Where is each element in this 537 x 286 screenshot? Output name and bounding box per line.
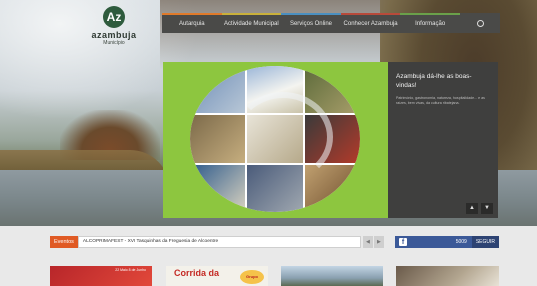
nav-search-area[interactable] bbox=[460, 13, 500, 33]
feature-slide[interactable] bbox=[163, 62, 385, 218]
news-thumbnail[interactable] bbox=[396, 266, 499, 286]
news-thumbnails: 22 Maio 8 de Junho Corrida da Grupo bbox=[50, 266, 499, 286]
facebook-widget[interactable]: f 5009 SEGUIR bbox=[395, 236, 499, 248]
logo-subtitle: Município bbox=[103, 40, 125, 46]
events-prev-button[interactable]: ◀ bbox=[362, 236, 373, 248]
welcome-title: Azambuja dá-lhe as boas-vindas! bbox=[396, 73, 472, 89]
news-thumbnail[interactable] bbox=[281, 266, 383, 286]
nav-item-informacao[interactable]: Informação bbox=[400, 13, 460, 33]
events-tag[interactable]: Eventos bbox=[50, 236, 78, 248]
logo-name: azambuja bbox=[91, 30, 137, 40]
logo-emblem-icon: Az bbox=[103, 6, 125, 28]
site-logo[interactable]: Az azambuja Município bbox=[86, 6, 142, 46]
collage-photo bbox=[190, 66, 246, 114]
welcome-panel: Azambuja dá-lhe as boas-vindas! Patrimón… bbox=[385, 62, 498, 218]
thumbnail-badge: Grupo bbox=[240, 270, 264, 284]
facebook-follow-button[interactable]: SEGUIR bbox=[471, 236, 499, 248]
events-next-button[interactable]: ▶ bbox=[373, 236, 384, 248]
nav-item-actividade-municipal[interactable]: Actividade Municipal bbox=[221, 13, 282, 33]
thumbnail-caption: Corrida da bbox=[174, 268, 220, 278]
nav-item-servicos-online[interactable]: Serviços Online bbox=[281, 13, 341, 33]
facebook-count: 5009 bbox=[455, 239, 467, 245]
facebook-icon: f bbox=[399, 238, 407, 246]
welcome-text: Património, gastronomia, natureza, hospi… bbox=[396, 96, 485, 105]
slider-controls: ▲ ▼ bbox=[466, 203, 493, 214]
thumbnail-caption: 22 Maio 8 de Junho bbox=[115, 268, 146, 272]
collage-photo bbox=[190, 164, 246, 212]
welcome-accent-bar bbox=[385, 62, 388, 218]
nav-item-autarquia[interactable]: Autarquia bbox=[162, 13, 222, 33]
events-ticker: Eventos ALCOPRIMAFEST - XVI Tasquinhas d… bbox=[50, 236, 384, 248]
search-icon[interactable] bbox=[476, 19, 484, 27]
events-controls: ◀ ▶ bbox=[362, 236, 384, 248]
news-thumbnail[interactable]: Corrida da Grupo bbox=[166, 266, 268, 286]
news-thumbnail[interactable]: 22 Maio 8 de Junho bbox=[50, 266, 152, 286]
decorative-swirl bbox=[233, 92, 333, 182]
slider-prev-button[interactable]: ▲ bbox=[466, 203, 478, 214]
events-headline[interactable]: ALCOPRIMAFEST - XVI Tasquinhas da Fregue… bbox=[77, 236, 361, 248]
nav-item-conhecer-azambuja[interactable]: Conhecer Azambuja bbox=[340, 13, 401, 33]
slider-next-button[interactable]: ▼ bbox=[481, 203, 493, 214]
main-navigation: Autarquia Actividade Municipal Serviços … bbox=[162, 13, 460, 33]
